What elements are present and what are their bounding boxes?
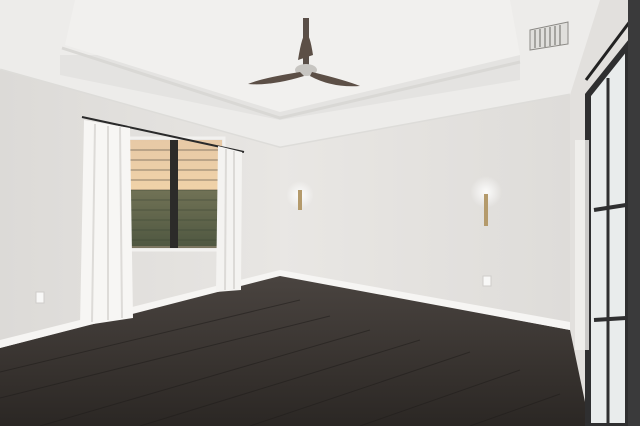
window-divider xyxy=(170,140,178,248)
curtain-left xyxy=(80,120,133,326)
door-opening-trim xyxy=(575,140,589,350)
outlet-right xyxy=(482,275,492,287)
sconce-left xyxy=(298,190,302,210)
curtain-right xyxy=(216,146,242,292)
sconce-right xyxy=(484,194,488,226)
outlet-left xyxy=(35,291,45,304)
room-illustration xyxy=(0,0,640,426)
room-photo xyxy=(0,0,640,426)
